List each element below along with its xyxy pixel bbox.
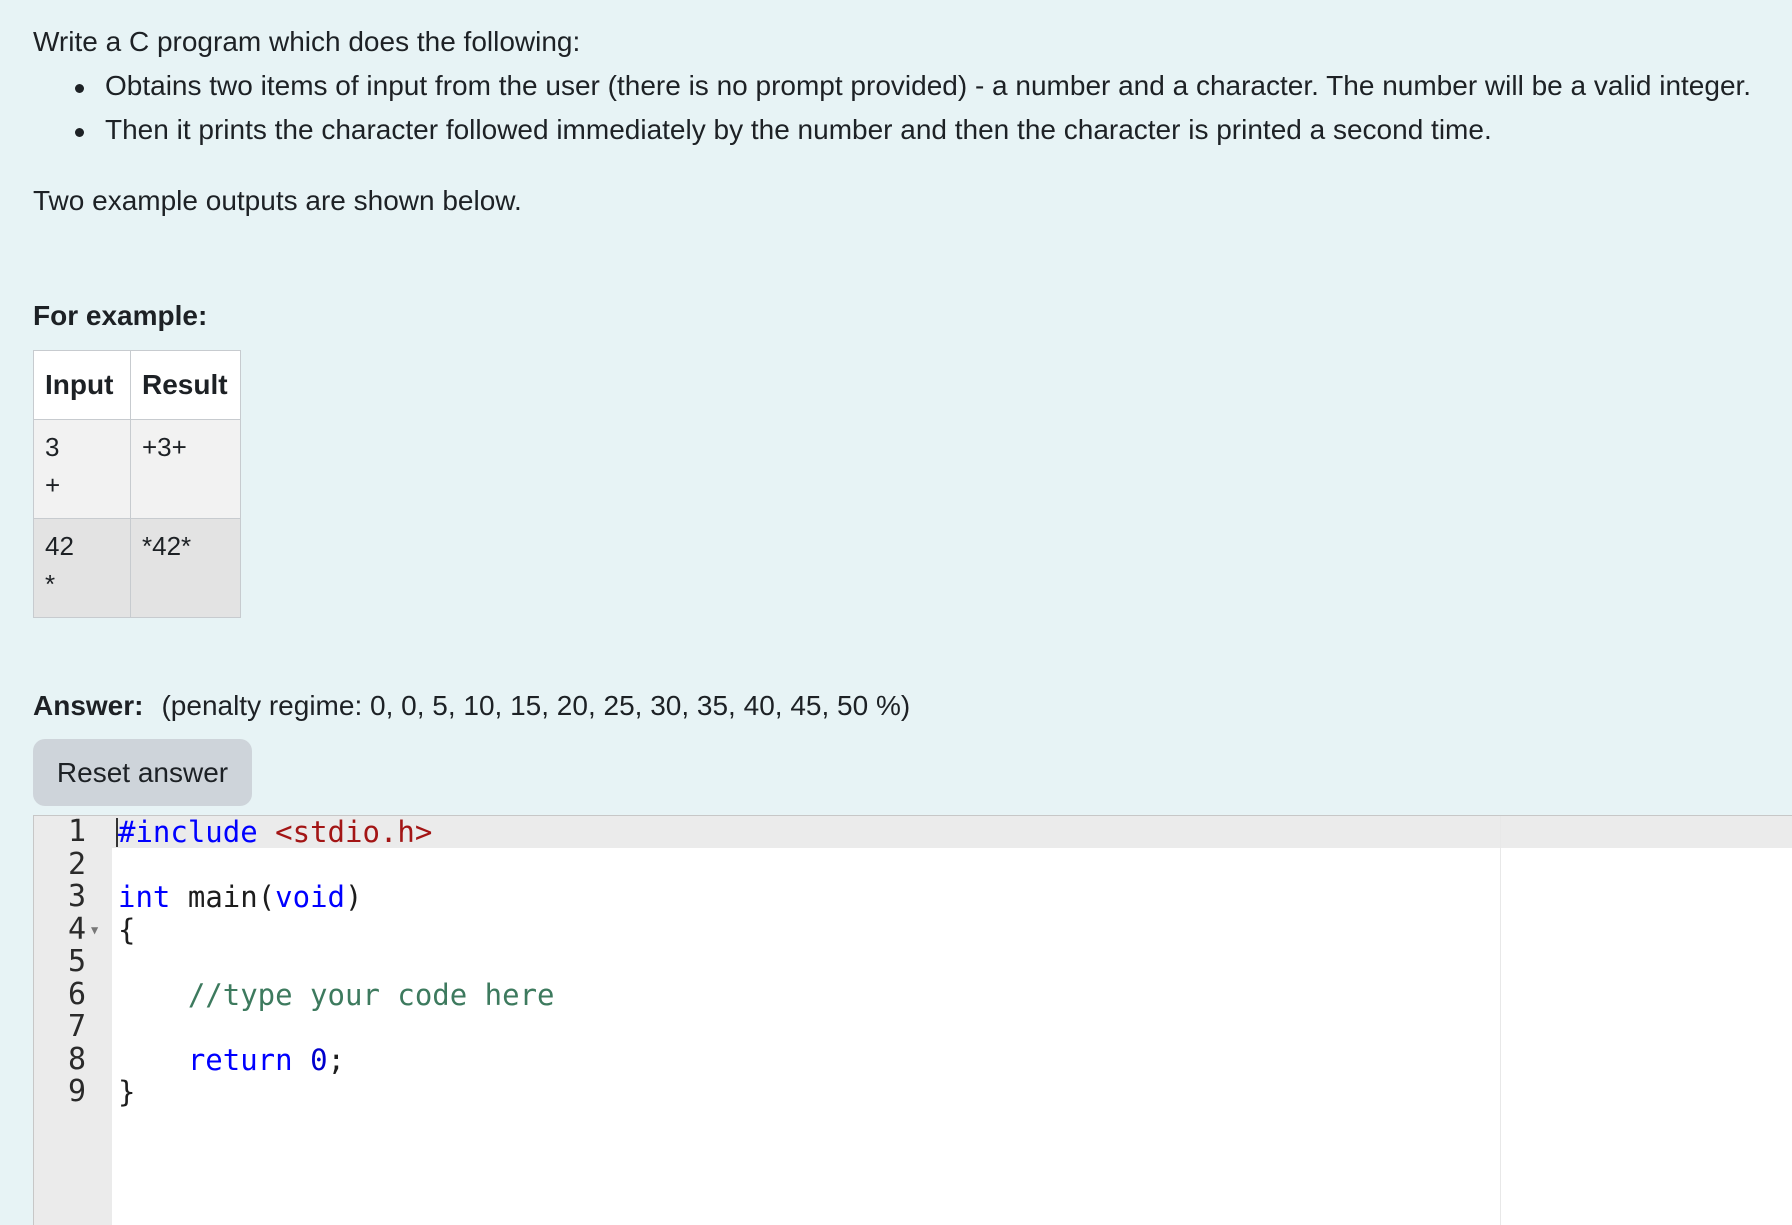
code-line: 8 return 0; bbox=[34, 1041, 1792, 1077]
code-text: { bbox=[118, 912, 136, 947]
examples-note: Two example outputs are shown below. bbox=[33, 185, 522, 216]
result-cell: *42* bbox=[130, 518, 241, 618]
answer-header: Answer: (penalty regime: 0, 0, 5, 10, 15,… bbox=[33, 688, 910, 724]
header-input: Input bbox=[33, 350, 131, 420]
result-cell: +3+ bbox=[130, 419, 241, 519]
paren-close: ) bbox=[345, 880, 363, 914]
input-line: 3 bbox=[45, 432, 60, 462]
code-line: 9 } bbox=[34, 1074, 1792, 1109]
code-line: 1 #include <stdio.h> bbox=[34, 816, 1792, 849]
code-line: 4 ▼ { bbox=[34, 911, 1792, 947]
line-number: 9 bbox=[67, 1074, 86, 1109]
code-comment: //type your code here bbox=[187, 977, 555, 1012]
return-keyword: return bbox=[187, 1042, 293, 1077]
requirement-item: Obtains two items of input from the user… bbox=[74, 68, 1751, 112]
line-number: 2 bbox=[67, 846, 86, 882]
fold-toggle-icon[interactable]: ▼ bbox=[91, 914, 98, 947]
line-number: 4 bbox=[67, 911, 86, 947]
code-lines: 1 #include <stdio.h> 2 3 int main(void) … bbox=[34, 816, 1792, 1109]
code-editor[interactable]: 1 #include <stdio.h> 2 3 int main(void) … bbox=[33, 815, 1792, 1225]
param-keyword: void bbox=[275, 880, 346, 914]
table-header-row: Input Result bbox=[33, 350, 241, 420]
code-line: 2 bbox=[34, 846, 1792, 882]
return-value: 0 bbox=[310, 1042, 328, 1077]
code-text: } bbox=[118, 1075, 136, 1109]
statement-end: ; bbox=[327, 1042, 346, 1077]
input-line: 42 bbox=[45, 531, 74, 561]
result-line: +3+ bbox=[142, 432, 187, 462]
header-result: Result bbox=[130, 350, 241, 420]
line-number: 1 bbox=[67, 815, 86, 849]
table-row: 42 * *42* bbox=[33, 518, 241, 618]
table-row: 3 + +3+ bbox=[33, 419, 241, 519]
answer-label: Answer: bbox=[33, 690, 144, 721]
question-intro: Write a C program which does the followi… bbox=[33, 26, 581, 57]
preprocessor-directive: #include bbox=[118, 815, 258, 849]
code-text: return 0; bbox=[118, 1042, 346, 1077]
reset-answer-button[interactable]: Reset answer bbox=[33, 739, 252, 806]
code-text: int main(void) bbox=[118, 881, 362, 914]
input-line: + bbox=[45, 470, 61, 500]
input-cell: 3 + bbox=[33, 419, 131, 519]
for-example-heading: For example: bbox=[33, 300, 208, 331]
input-cell: 42 * bbox=[33, 518, 131, 618]
requirement-item: Then it prints the character followed im… bbox=[74, 112, 1751, 156]
function-name: main( bbox=[187, 880, 276, 914]
code-line: 5 bbox=[34, 944, 1792, 979]
result-line: *42* bbox=[142, 531, 192, 561]
requirements-list: Obtains two items of input from the user… bbox=[74, 68, 1751, 156]
line-number: 8 bbox=[67, 1041, 86, 1077]
input-line: * bbox=[45, 569, 56, 599]
line-number: 7 bbox=[67, 1009, 86, 1044]
code-line: 3 int main(void) bbox=[34, 879, 1792, 914]
code-line: 6 //type your code here bbox=[34, 976, 1792, 1012]
type-keyword: int bbox=[118, 880, 171, 914]
line-number: 6 bbox=[67, 976, 86, 1012]
penalty-regime: (penalty regime: 0, 0, 5, 10, 15, 20, 25… bbox=[161, 690, 911, 721]
line-number: 3 bbox=[67, 879, 86, 914]
code-text: #include <stdio.h> bbox=[118, 816, 432, 849]
examples-table: Input Result 3 + +3+ 42 * *42* bbox=[33, 350, 241, 618]
code-line: 7 bbox=[34, 1009, 1792, 1044]
include-header: <stdio.h> bbox=[275, 815, 433, 849]
line-number: 5 bbox=[67, 944, 86, 979]
code-text: //type your code here bbox=[118, 977, 555, 1012]
